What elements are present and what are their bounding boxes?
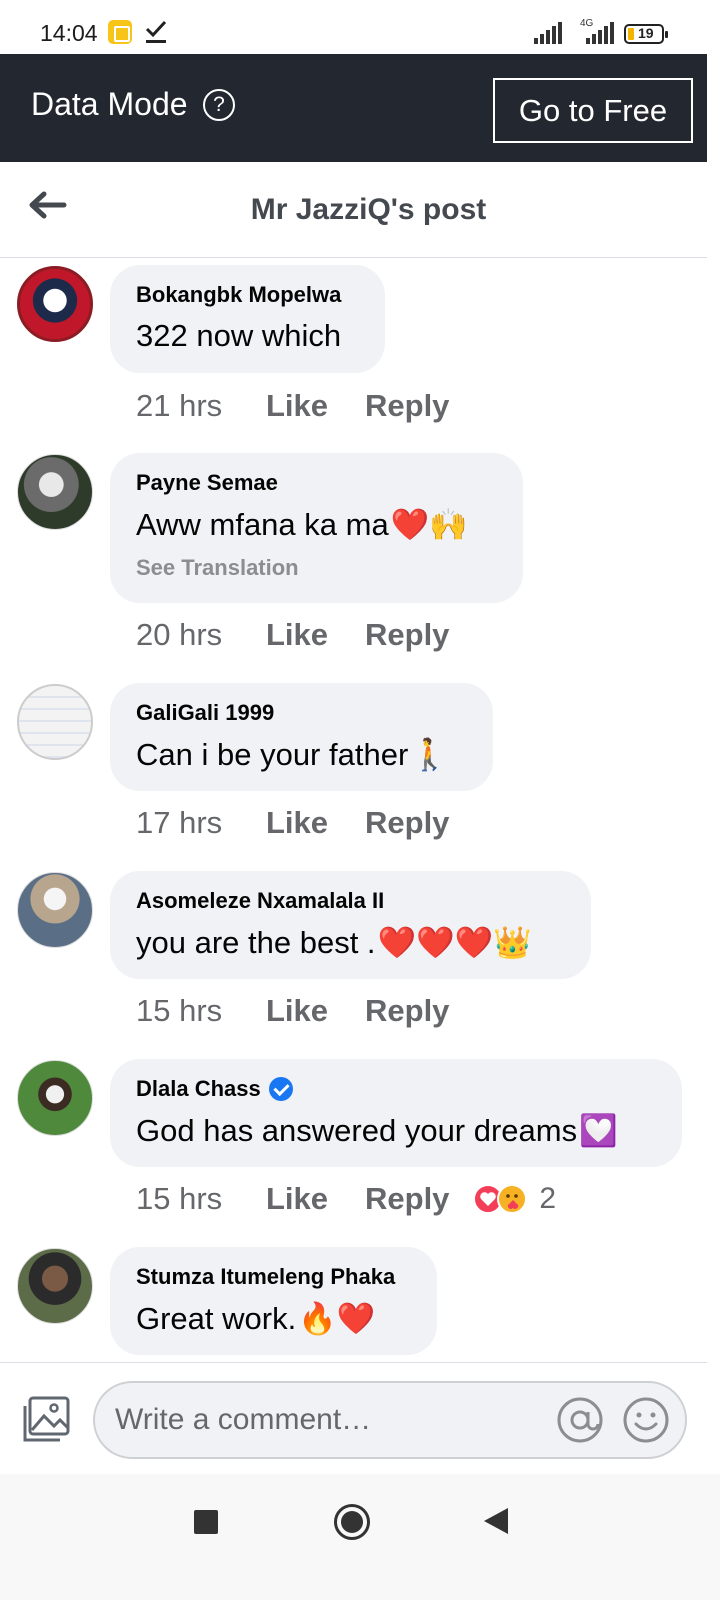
comment-bubble[interactable]: GaliGali 1999 Can i be your father 🚶: [110, 683, 493, 791]
comment-author[interactable]: Asomeleze Nxamalala II: [136, 888, 565, 914]
comment-time[interactable]: 15 hrs: [136, 1181, 266, 1217]
comment-author[interactable]: Dlala Chass: [136, 1076, 656, 1102]
post-header: Mr JazziQ's post: [0, 162, 707, 258]
mention-icon[interactable]: [555, 1395, 605, 1445]
recent-apps-button[interactable]: [194, 1510, 218, 1534]
avatar[interactable]: [17, 1248, 93, 1324]
avatar[interactable]: [17, 872, 93, 948]
comment-text: Great work. 🔥❤️: [136, 1300, 411, 1337]
emoji: ❤️🙌: [390, 507, 468, 542]
comment-bubble[interactable]: Stumza Itumeleng Phaka Great work. 🔥❤️: [110, 1247, 437, 1355]
comment-author[interactable]: Bokangbk Mopelwa: [136, 282, 359, 308]
comment-text-body: you are the best .: [136, 924, 376, 960]
reply-button[interactable]: Reply: [365, 388, 449, 424]
comment-text: Aww mfana ka ma ❤️🙌: [136, 506, 497, 543]
photo-icon[interactable]: [20, 1396, 72, 1444]
comment-meta: 21 hrs Like Reply: [136, 388, 449, 424]
battery-icon: 19: [624, 24, 668, 44]
like-button[interactable]: Like: [266, 993, 365, 1029]
avatar[interactable]: [17, 454, 93, 530]
comment-bubble[interactable]: Asomeleze Nxamalala II you are the best …: [110, 871, 591, 979]
comment-author-name[interactable]: Dlala Chass: [136, 1076, 261, 1102]
notification-icon: [108, 20, 132, 44]
like-button[interactable]: Like: [266, 805, 365, 841]
system-nav-bar: [0, 1474, 720, 1600]
comment-meta: 20 hrs Like Reply: [136, 617, 449, 653]
comment-time[interactable]: 21 hrs: [136, 388, 266, 424]
comment-text-body: Great work.: [136, 1300, 297, 1336]
help-icon[interactable]: ?: [203, 89, 235, 121]
like-button[interactable]: Like: [266, 1181, 365, 1217]
comment-meta: 17 hrs Like Reply: [136, 805, 449, 841]
reply-button[interactable]: Reply: [365, 617, 449, 653]
reply-button[interactable]: Reply: [365, 1181, 449, 1217]
comment-author[interactable]: Stumza Itumeleng Phaka: [136, 1264, 411, 1290]
emoji: ❤️❤️❤️👑: [377, 925, 532, 960]
comment-text: you are the best . ❤️❤️❤️👑: [136, 924, 565, 961]
comment-text: God has answered your dreams 💟: [136, 1112, 656, 1149]
comment-meta: 15 hrs Like Reply 2: [136, 1181, 556, 1217]
comment-author[interactable]: GaliGali 1999: [136, 700, 467, 726]
comment-time[interactable]: 17 hrs: [136, 805, 266, 841]
comment-meta: 15 hrs Like Reply: [136, 993, 449, 1029]
avatar[interactable]: [17, 1060, 93, 1136]
comment-time[interactable]: 15 hrs: [136, 993, 266, 1029]
comment-bubble[interactable]: Bokangbk Mopelwa 322 now which: [110, 265, 385, 373]
home-button[interactable]: [334, 1504, 370, 1540]
comment-bubble[interactable]: Payne Semae Aww mfana ka ma ❤️🙌 See Tran…: [110, 453, 523, 603]
emoji: 🚶: [410, 737, 449, 772]
avatar[interactable]: [17, 684, 93, 760]
page-title: Mr JazziQ's post: [250, 193, 487, 226]
reaction-count: 2: [539, 1182, 557, 1215]
check-icon: [145, 20, 167, 43]
avatar[interactable]: [17, 266, 93, 342]
emoji: 🔥❤️: [298, 1301, 376, 1336]
back-button[interactable]: [484, 1508, 508, 1534]
status-time: 14:04: [40, 20, 98, 46]
comment-text-body: God has answered your dreams: [136, 1112, 578, 1148]
comment-text-body: Aww mfana ka ma: [136, 506, 389, 542]
like-button[interactable]: Like: [266, 617, 365, 653]
comment-text-body: Can i be your father: [136, 736, 409, 772]
like-button[interactable]: Like: [266, 388, 365, 424]
emoji-icon[interactable]: [622, 1396, 670, 1444]
reply-button[interactable]: Reply: [365, 993, 449, 1029]
care-reaction-icon: [497, 1184, 528, 1214]
comment-text: Can i be your father 🚶: [136, 736, 467, 773]
signal-icon: [534, 22, 562, 44]
see-translation-link[interactable]: See Translation: [136, 555, 497, 581]
reactions-summary[interactable]: 2: [473, 1182, 556, 1216]
reply-button[interactable]: Reply: [365, 805, 449, 841]
comment-time[interactable]: 20 hrs: [136, 617, 266, 653]
data-mode-banner: Data Mode ? Go to Free: [0, 54, 707, 162]
network-label: 4G: [580, 18, 594, 29]
data-mode-title: Data Mode: [31, 86, 188, 122]
battery-level: 19: [638, 25, 654, 41]
emoji: 💟: [579, 1113, 618, 1148]
verified-badge-icon: [268, 1077, 293, 1101]
go-to-free-button[interactable]: Go to Free: [493, 78, 693, 143]
comment-bubble[interactable]: Dlala Chass God has answered your dreams…: [110, 1059, 682, 1167]
status-bar: 14:04 4G 19: [0, 0, 720, 54]
comment-text: 322 now which: [136, 318, 342, 353]
comment-composer: [0, 1362, 707, 1474]
comment-author[interactable]: Payne Semae: [136, 470, 497, 496]
